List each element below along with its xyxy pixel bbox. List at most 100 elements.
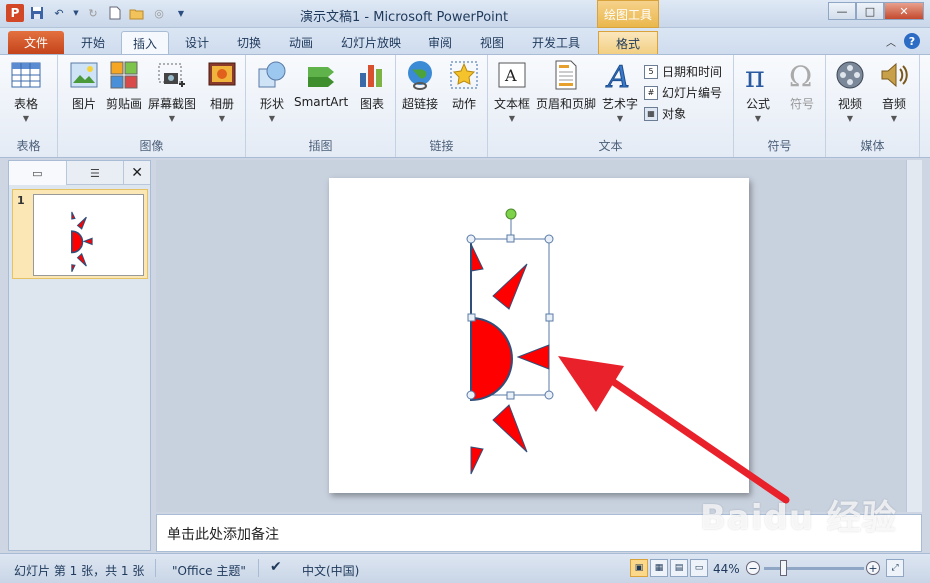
quick-access-toolbar: P ↶ ▼ ↻ ◎ ▼ — [6, 4, 190, 22]
textbox-dropdown-icon: ▼ — [508, 114, 516, 123]
wordart-button[interactable]: A 艺术字 ▼ — [602, 59, 638, 124]
datetime-button[interactable]: 5 日期和时间 — [644, 63, 722, 80]
equation-button[interactable]: π 公式 ▼ — [742, 59, 774, 123]
tab-view[interactable]: 视图 — [468, 31, 516, 54]
zoom-in-icon[interactable]: + — [866, 561, 880, 575]
wordart-dropdown-icon: ▼ — [616, 114, 624, 123]
symbol-button[interactable]: Ω 符号 — [786, 59, 818, 112]
group-text: A 文本框 ▼ 页眉和页脚 A 艺术字 ▼ 5 日期和时间 # 幻灯片编号 ▦ … — [488, 55, 734, 157]
hyperlink-button[interactable]: 超链接 — [402, 59, 438, 112]
slide-thumbnail-selected[interactable]: 1 — [12, 189, 148, 279]
outline-tab-icon[interactable]: ☰ — [67, 161, 125, 185]
object-button[interactable]: ▦ 对象 — [644, 105, 686, 122]
collapse-ribbon-icon[interactable]: ︿ — [886, 34, 896, 49]
picture-button[interactable]: 图片 — [68, 59, 100, 112]
group-media-label: 媒体 — [860, 139, 885, 153]
wordart-icon: A — [605, 60, 631, 92]
sun-shape[interactable] — [329, 178, 749, 493]
normal-view-icon[interactable]: ▣ — [630, 559, 648, 577]
omega-symbol-icon: Ω — [789, 60, 812, 91]
tab-home[interactable]: 开始 — [70, 31, 116, 54]
datetime-label: 日期和时间 — [662, 65, 723, 79]
tab-developer[interactable]: 开发工具 — [522, 31, 590, 54]
film-reel-icon — [836, 61, 864, 89]
tab-file[interactable]: 文件 — [8, 31, 64, 54]
save-icon[interactable] — [28, 4, 46, 22]
zoom-slider-track[interactable] — [764, 567, 864, 570]
customize-qat-icon[interactable]: ▼ — [172, 4, 190, 22]
calendar-icon: 5 — [644, 64, 658, 79]
status-separator — [155, 559, 156, 577]
slideshow-icon[interactable]: ◎ — [150, 4, 168, 22]
slide-thumbnail-number: 1 — [17, 194, 25, 207]
chart-icon — [360, 65, 382, 87]
slide-sorter-icon[interactable]: ▦ — [650, 559, 668, 577]
slideshow-view-icon[interactable]: ▭ — [690, 559, 708, 577]
group-text-label: 文本 — [598, 139, 623, 153]
audio-button[interactable]: 音频 ▼ — [878, 59, 910, 123]
help-area: ︿ ? — [886, 33, 920, 49]
fit-to-window-icon[interactable]: ⤢ — [886, 559, 904, 577]
maximize-button[interactable]: □ — [856, 2, 884, 20]
tab-design[interactable]: 设计 — [174, 31, 220, 54]
zoom-out-icon[interactable]: − — [746, 561, 760, 575]
undo-dropdown-icon[interactable]: ▼ — [72, 4, 80, 22]
tab-animations[interactable]: 动画 — [278, 31, 324, 54]
screenshot-icon — [158, 63, 185, 87]
svg-text:A: A — [504, 66, 517, 85]
group-symbols-label: 符号 — [767, 139, 792, 153]
header-footer-button[interactable]: 页眉和页脚 — [536, 59, 596, 112]
tab-review[interactable]: 审阅 — [416, 31, 464, 54]
action-label: 动作 — [451, 97, 476, 111]
vertical-scrollbar[interactable] — [906, 160, 922, 512]
zoom-level[interactable]: 44% — [713, 562, 740, 576]
minimize-button[interactable]: — — [828, 2, 856, 20]
title-bar: P ↶ ▼ ↻ ◎ ▼ 演示文稿1 - Microsoft PowerPoint… — [0, 0, 930, 28]
shapes-button[interactable]: 形状 ▼ — [256, 59, 288, 123]
header-footer-icon — [555, 60, 577, 90]
clipart-button[interactable]: 剪贴画 — [106, 59, 142, 112]
shapes-dropdown-icon: ▼ — [268, 114, 276, 123]
audio-label: 音频 — [881, 97, 906, 111]
spell-check-icon[interactable]: ✔ — [270, 559, 282, 575]
tab-slideshow[interactable]: 幻灯片放映 — [332, 31, 410, 54]
chart-button[interactable]: 图表 — [356, 59, 388, 112]
slides-tab-icon[interactable]: ▭ — [9, 161, 67, 185]
close-panel-icon[interactable]: ✕ — [124, 161, 150, 184]
album-button[interactable]: 相册 ▼ — [206, 59, 238, 123]
hyperlink-globe-icon — [408, 61, 432, 90]
theme-status[interactable]: "Office 主题" — [172, 562, 246, 579]
textbox-button[interactable]: A 文本框 ▼ — [494, 59, 530, 123]
picture-icon — [70, 62, 98, 88]
slide-canvas[interactable] — [329, 178, 749, 493]
tab-transitions[interactable]: 切换 — [226, 31, 272, 54]
shapes-label: 形状 — [259, 97, 284, 111]
chart-label: 图表 — [359, 97, 384, 111]
help-icon[interactable]: ? — [904, 33, 920, 49]
slide-number-button[interactable]: # 幻灯片编号 — [644, 84, 722, 101]
zoom-slider-thumb[interactable] — [780, 560, 787, 576]
new-file-icon[interactable] — [106, 4, 124, 22]
video-label: 视频 — [837, 97, 862, 111]
sun-shape-thumbnail-icon — [71, 211, 93, 273]
action-button[interactable]: 动作 — [448, 59, 480, 112]
window-title: 演示文稿1 - Microsoft PowerPoint — [300, 10, 509, 25]
smartart-icon — [308, 67, 335, 87]
reading-view-icon[interactable]: ▤ — [670, 559, 688, 577]
open-folder-icon[interactable] — [128, 4, 146, 22]
smartart-button[interactable]: SmartArt — [294, 59, 348, 109]
redo-icon[interactable]: ↻ — [84, 4, 102, 22]
screenshot-button[interactable]: 屏幕截图 ▼ — [148, 59, 196, 123]
tab-insert[interactable]: 插入 — [121, 31, 169, 54]
close-button[interactable]: ✕ — [884, 2, 924, 20]
language-status[interactable]: 中文(中国) — [302, 562, 359, 579]
svg-text:A: A — [605, 60, 630, 91]
table-button[interactable]: 表格 ▼ — [10, 59, 42, 123]
undo-icon[interactable]: ↶ — [50, 4, 68, 22]
slide-thumbnail[interactable] — [33, 194, 144, 276]
tab-format[interactable]: 格式 — [598, 31, 658, 54]
powerpoint-app-icon[interactable]: P — [6, 4, 24, 22]
video-button[interactable]: 视频 ▼ — [834, 59, 866, 123]
symbol-label: 符号 — [789, 97, 814, 111]
ribbon: 表格 ▼ 表格 图片 剪贴画 屏幕截图 ▼ 相册 ▼ 图像 形状 ▼ Smart… — [0, 54, 930, 158]
